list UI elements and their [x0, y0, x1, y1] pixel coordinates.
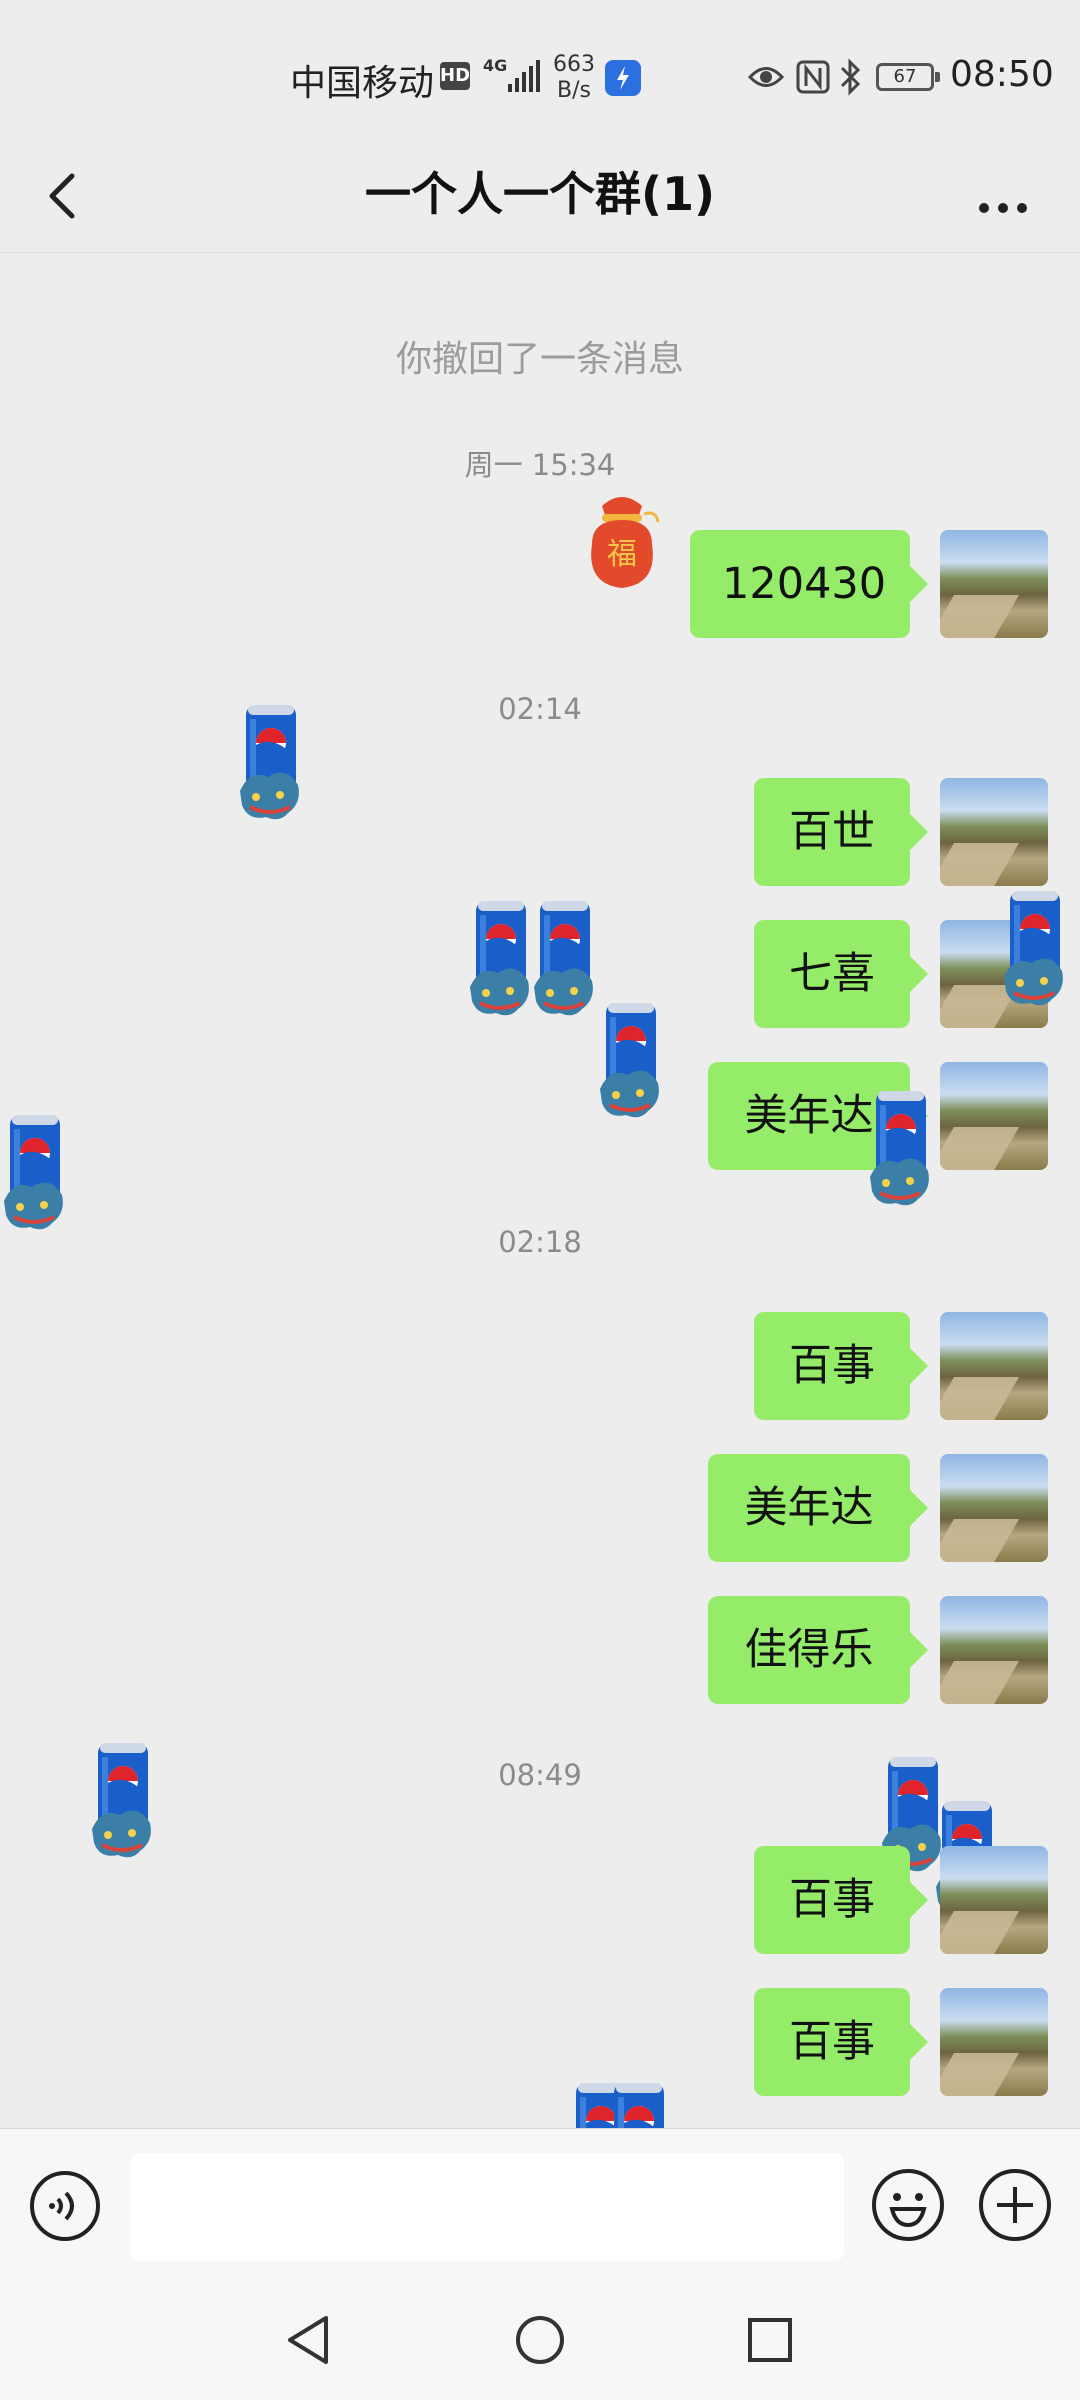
app-notification-icon — [605, 60, 641, 96]
bluetooth-icon — [840, 58, 861, 96]
avatar[interactable] — [940, 1596, 1048, 1704]
speed-unit: B/s — [557, 78, 591, 103]
pepsi-can-sticker — [598, 1001, 661, 1120]
pepsi-can-sticker — [238, 703, 301, 822]
eye-comfort-icon — [748, 67, 784, 87]
svg-text:福: 福 — [607, 537, 637, 572]
chat-header: 一个人一个群(1) — [0, 140, 1080, 253]
plus-icon[interactable] — [977, 2167, 1053, 2243]
nav-home-icon[interactable] — [512, 2312, 568, 2368]
hd-badge: HD — [440, 62, 470, 90]
chat-title: 一个人一个群(1) — [364, 167, 716, 221]
network-type: 4G — [483, 56, 508, 75]
pepsi-can-sticker — [1002, 889, 1065, 1008]
nfc-icon — [796, 60, 830, 94]
speed-value: 663 — [553, 52, 595, 77]
network-speed: 663 B/s — [553, 52, 595, 104]
avatar[interactable] — [940, 1454, 1048, 1562]
clock: 08:50 — [950, 54, 1054, 95]
signal-icon — [508, 60, 540, 92]
system-nav-bar — [0, 2284, 1080, 2400]
pepsi-can-sticker — [2, 1113, 65, 1232]
voice-icon[interactable] — [28, 2169, 102, 2243]
message-bubble[interactable]: 百世 — [754, 778, 928, 886]
timestamp: 02:14 — [498, 692, 582, 726]
timestamp: 02:18 — [498, 1225, 582, 1259]
recall-notice: 你撤回了一条消息 — [395, 339, 684, 380]
message-bubble[interactable]: 百事 — [754, 1846, 928, 1954]
avatar[interactable] — [940, 1312, 1048, 1420]
message-bubble[interactable]: 百事 — [754, 1988, 928, 2096]
pepsi-can-sticker — [90, 1741, 153, 1860]
message-bubble[interactable]: 佳得乐 — [708, 1596, 928, 1704]
battery-icon: 67 — [876, 63, 940, 91]
battery-level: 67 — [893, 66, 917, 87]
message-bubble[interactable]: 美年达 — [708, 1454, 928, 1562]
avatar[interactable] — [940, 1062, 1048, 1170]
carrier-name: 中国移动 — [290, 63, 435, 104]
message-bubble[interactable]: 七喜 — [754, 920, 928, 1028]
message-bubble[interactable]: 120430 — [690, 530, 928, 638]
avatar[interactable] — [940, 1988, 1048, 2096]
pepsi-can-sticker — [468, 899, 531, 1018]
more-dots-icon[interactable] — [968, 160, 1038, 230]
nav-recent-apps-icon[interactable] — [742, 2312, 798, 2368]
message-bubble[interactable]: 百事 — [754, 1312, 928, 1420]
emoji-icon[interactable] — [870, 2167, 946, 2243]
chat-input-bar — [0, 2128, 1080, 2285]
avatar[interactable] — [940, 530, 1048, 638]
status-bar: 中国移动 HD 4G 663 B/s 67 08:50 — [0, 0, 1080, 140]
timestamp: 周一 15:34 — [464, 448, 616, 482]
pepsi-can-sticker — [868, 1089, 931, 1208]
lucky-bag-icon: 福 — [591, 497, 660, 588]
nav-back-icon[interactable] — [282, 2312, 338, 2368]
message-input[interactable] — [130, 2153, 844, 2261]
pepsi-can-sticker — [532, 899, 595, 1018]
avatar[interactable] — [940, 1846, 1048, 1954]
